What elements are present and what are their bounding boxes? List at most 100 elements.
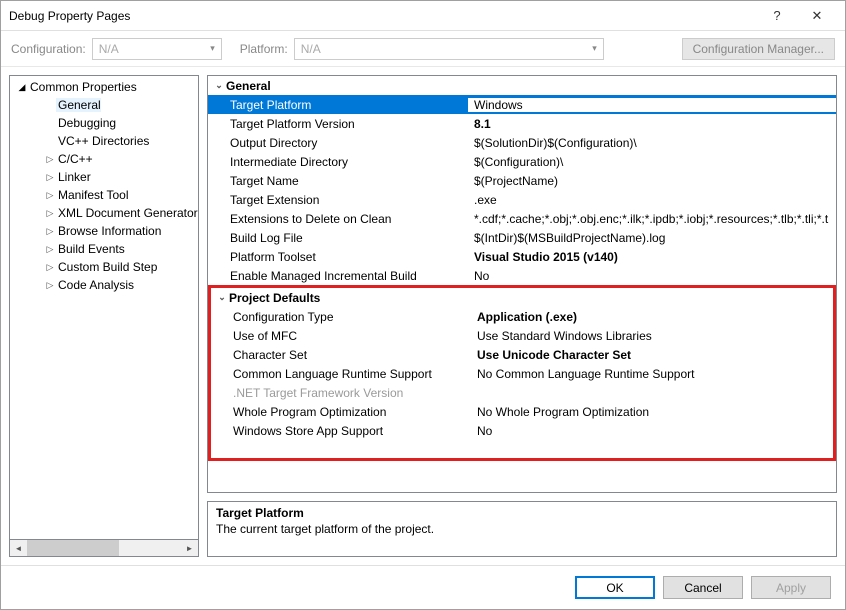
property-row[interactable]: Extensions to Delete on Clean*.cdf;*.cac… bbox=[208, 209, 836, 228]
property-value[interactable]: No bbox=[468, 269, 836, 283]
section-general[interactable]: ⌄General bbox=[208, 76, 836, 95]
property-value[interactable]: Windows bbox=[468, 98, 836, 112]
scroll-right-icon[interactable]: ► bbox=[181, 540, 198, 556]
tree-item[interactable]: ▷C/C++ bbox=[10, 150, 198, 168]
tree-item-label: XML Document Generator bbox=[56, 206, 198, 220]
apply-button[interactable]: Apply bbox=[751, 576, 831, 599]
property-value[interactable]: No Common Language Runtime Support bbox=[471, 367, 833, 381]
property-value[interactable]: Use Standard Windows Libraries bbox=[471, 329, 833, 343]
property-value[interactable]: 8.1 bbox=[468, 117, 836, 131]
tree-item-label: Custom Build Step bbox=[56, 260, 157, 274]
tree-item-label: Linker bbox=[56, 170, 91, 184]
property-row[interactable]: Target Extension.exe bbox=[208, 190, 836, 209]
tree-item[interactable]: VC++ Directories bbox=[10, 132, 198, 150]
property-value[interactable]: *.cdf;*.cache;*.obj;*.obj.enc;*.ilk;*.ip… bbox=[468, 212, 836, 226]
tree-item[interactable]: General bbox=[10, 96, 198, 114]
property-name: Windows Store App Support bbox=[211, 424, 471, 438]
expand-icon[interactable]: ▷ bbox=[44, 154, 56, 165]
property-row[interactable]: Target Name$(ProjectName) bbox=[208, 171, 836, 190]
collapse-icon[interactable]: ⌄ bbox=[212, 80, 226, 91]
property-name: Extensions to Delete on Clean bbox=[208, 212, 468, 226]
expand-icon[interactable]: ▷ bbox=[44, 262, 56, 273]
property-value[interactable]: $(ProjectName) bbox=[468, 174, 836, 188]
property-value[interactable]: No bbox=[471, 424, 833, 438]
property-row[interactable]: .NET Target Framework Version bbox=[211, 383, 833, 402]
scroll-track[interactable] bbox=[27, 540, 181, 556]
dialog-body: ◢ Common Properties General Debugging VC++… bbox=[1, 67, 845, 565]
configuration-combo[interactable]: N/A bbox=[92, 38, 222, 60]
property-row[interactable]: Configuration TypeApplication (.exe) bbox=[211, 307, 833, 326]
property-value[interactable]: No Whole Program Optimization bbox=[471, 405, 833, 419]
tree-item-label: Browse Information bbox=[56, 224, 161, 238]
property-name: Enable Managed Incremental Build bbox=[208, 269, 468, 283]
property-name: Target Extension bbox=[208, 193, 468, 207]
property-value[interactable]: $(SolutionDir)$(Configuration)\ bbox=[468, 136, 836, 150]
property-name: Target Name bbox=[208, 174, 468, 188]
config-bar: Configuration: N/A Platform: N/A Configu… bbox=[1, 31, 845, 67]
property-value[interactable]: .exe bbox=[468, 193, 836, 207]
property-row[interactable]: Enable Managed Incremental BuildNo bbox=[208, 266, 836, 285]
ok-button[interactable]: OK bbox=[575, 576, 655, 599]
tree-item[interactable]: ▷XML Document Generator bbox=[10, 204, 198, 222]
tree-root[interactable]: ◢ Common Properties bbox=[10, 78, 198, 96]
property-row[interactable]: Windows Store App SupportNo bbox=[211, 421, 833, 440]
property-row[interactable]: Target Platform Version8.1 bbox=[208, 114, 836, 133]
property-name: Output Directory bbox=[208, 136, 468, 150]
expand-icon[interactable]: ▷ bbox=[44, 244, 56, 255]
tree-item-label: C/C++ bbox=[56, 152, 93, 166]
description-panel: Target Platform The current target platf… bbox=[207, 501, 837, 557]
scroll-thumb[interactable] bbox=[27, 540, 119, 556]
dialog-footer: OK Cancel Apply bbox=[1, 565, 845, 609]
property-row[interactable]: Intermediate Directory$(Configuration)\ bbox=[208, 152, 836, 171]
section-project-defaults[interactable]: ⌄Project Defaults bbox=[211, 288, 833, 307]
property-name: Configuration Type bbox=[211, 310, 471, 324]
tree-item[interactable]: ▷Linker bbox=[10, 168, 198, 186]
tree-item-label: Code Analysis bbox=[56, 278, 134, 292]
property-value[interactable]: $(IntDir)$(MSBuildProjectName).log bbox=[468, 231, 836, 245]
tree-item-label: Build Events bbox=[56, 242, 125, 256]
tree-item[interactable]: ▷Code Analysis bbox=[10, 276, 198, 294]
tree-item[interactable]: ▷Build Events bbox=[10, 240, 198, 258]
expand-icon[interactable]: ▷ bbox=[44, 190, 56, 201]
collapse-icon[interactable]: ⌄ bbox=[215, 292, 229, 303]
expand-icon[interactable]: ▷ bbox=[44, 280, 56, 291]
property-value[interactable]: Visual Studio 2015 (v140) bbox=[468, 250, 836, 264]
property-row[interactable]: Target PlatformWindows bbox=[208, 95, 836, 114]
property-name: Whole Program Optimization bbox=[211, 405, 471, 419]
tree-item-label: Debugging bbox=[56, 116, 116, 130]
expand-icon[interactable]: ▷ bbox=[44, 172, 56, 183]
scroll-left-icon[interactable]: ◄ bbox=[10, 540, 27, 556]
description-text: The current target platform of the proje… bbox=[216, 522, 828, 536]
expand-icon[interactable]: ▷ bbox=[44, 226, 56, 237]
expand-icon[interactable]: ▷ bbox=[44, 208, 56, 219]
property-value[interactable]: Application (.exe) bbox=[471, 310, 833, 324]
close-button[interactable]: ✕ bbox=[797, 2, 837, 30]
configuration-manager-button[interactable]: Configuration Manager... bbox=[682, 38, 835, 60]
property-row[interactable]: Common Language Runtime SupportNo Common… bbox=[211, 364, 833, 383]
help-button[interactable]: ? bbox=[757, 2, 797, 30]
tree-item[interactable]: ▷Browse Information bbox=[10, 222, 198, 240]
platform-label: Platform: bbox=[240, 42, 288, 56]
property-row[interactable]: Whole Program OptimizationNo Whole Progr… bbox=[211, 402, 833, 421]
window-title: Debug Property Pages bbox=[9, 9, 757, 23]
property-row[interactable]: Output Directory$(SolutionDir)$(Configur… bbox=[208, 133, 836, 152]
tree-item[interactable]: Debugging bbox=[10, 114, 198, 132]
property-name: Intermediate Directory bbox=[208, 155, 468, 169]
property-value[interactable]: $(Configuration)\ bbox=[468, 155, 836, 169]
property-row[interactable]: Build Log File$(IntDir)$(MSBuildProjectN… bbox=[208, 228, 836, 247]
tree-hscrollbar[interactable]: ◄ ► bbox=[9, 540, 199, 557]
property-row[interactable]: Platform ToolsetVisual Studio 2015 (v140… bbox=[208, 247, 836, 266]
platform-combo[interactable]: N/A bbox=[294, 38, 604, 60]
property-row[interactable]: Character SetUse Unicode Character Set bbox=[211, 345, 833, 364]
property-value[interactable]: Use Unicode Character Set bbox=[471, 348, 833, 362]
tree-item[interactable]: ▷Custom Build Step bbox=[10, 258, 198, 276]
cancel-button[interactable]: Cancel bbox=[663, 576, 743, 599]
right-panel: ⌄General Target PlatformWindowsTarget Pl… bbox=[207, 75, 837, 557]
property-grid[interactable]: ⌄General Target PlatformWindowsTarget Pl… bbox=[207, 75, 837, 493]
property-row[interactable]: Use of MFCUse Standard Windows Libraries bbox=[211, 326, 833, 345]
collapse-icon[interactable]: ◢ bbox=[16, 82, 28, 93]
property-tree[interactable]: ◢ Common Properties General Debugging VC++… bbox=[9, 75, 199, 540]
tree-item-label: Manifest Tool bbox=[56, 188, 128, 202]
property-name: Common Language Runtime Support bbox=[211, 367, 471, 381]
tree-item[interactable]: ▷Manifest Tool bbox=[10, 186, 198, 204]
